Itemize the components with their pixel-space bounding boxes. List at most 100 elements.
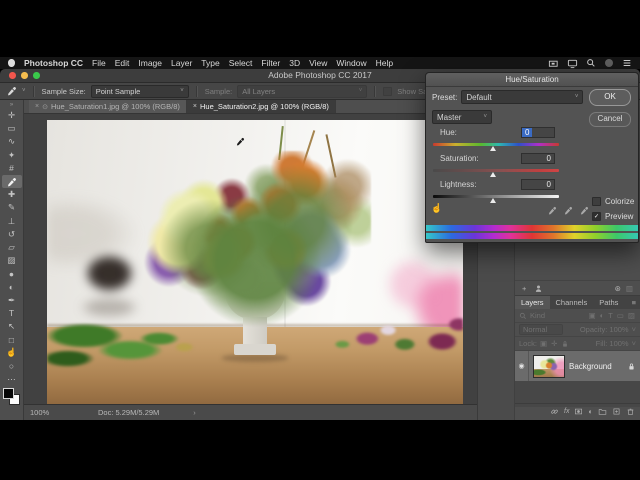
menu-image[interactable]: Image bbox=[138, 58, 162, 68]
menu-photoshop[interactable]: Photoshop CC bbox=[24, 58, 83, 68]
eraser-tool[interactable]: ▱ bbox=[2, 241, 22, 254]
sample-size-select[interactable]: Point Sample ˅ bbox=[91, 85, 189, 98]
display-icon[interactable] bbox=[567, 58, 578, 69]
path-select-tool[interactable]: ↖ bbox=[2, 320, 22, 333]
saturation-slider-thumb[interactable] bbox=[490, 172, 496, 177]
siri-icon[interactable] bbox=[604, 58, 614, 68]
document-tab-2[interactable]: × Hue_Saturation2.jpg @ 100% (RGB/8) bbox=[187, 100, 336, 113]
blend-mode-row: Normal Opacity: 100% ˅ bbox=[515, 323, 640, 337]
sync-status-icon[interactable]: ⊛ bbox=[615, 284, 621, 293]
eyedropper-add-icon[interactable] bbox=[564, 206, 573, 215]
pen-tool[interactable]: ✒ bbox=[2, 294, 22, 307]
hue-value-field[interactable]: 0 bbox=[521, 127, 555, 138]
layer-name[interactable]: Background bbox=[569, 362, 612, 371]
channel-select[interactable]: Master ˅ bbox=[432, 110, 492, 124]
hand-tool[interactable]: ☝ bbox=[2, 346, 22, 359]
tab-channels[interactable]: Channels bbox=[550, 296, 594, 309]
hue-slider-track[interactable] bbox=[433, 143, 559, 146]
saturation-slider-track[interactable] bbox=[433, 169, 559, 172]
photo-document[interactable] bbox=[47, 120, 463, 404]
move-tool[interactable]: ✛ bbox=[2, 109, 22, 122]
tab-paths[interactable]: Paths bbox=[593, 296, 624, 309]
eyedropper-sample-icon[interactable] bbox=[548, 206, 557, 215]
hue-slider-thumb[interactable] bbox=[490, 146, 496, 151]
document-tab-1[interactable]: × ⊙ Hue_Saturation1.jpg @ 100% (RGB/8) bbox=[29, 100, 187, 113]
screen-mirror-icon[interactable] bbox=[548, 58, 559, 69]
dodge-tool[interactable]: ◐ bbox=[2, 280, 22, 293]
menu-view[interactable]: View bbox=[309, 58, 327, 68]
shape-tool[interactable]: □ bbox=[2, 333, 22, 346]
eyedropper-subtract-icon[interactable] bbox=[580, 206, 589, 215]
minimize-window-button[interactable] bbox=[21, 72, 28, 79]
history-brush-tool[interactable]: ↺ bbox=[2, 228, 22, 241]
colorize-checkbox[interactable] bbox=[592, 197, 601, 206]
menu-help[interactable]: Help bbox=[376, 58, 393, 68]
marquee-tool[interactable]: ▭ bbox=[2, 122, 22, 135]
dialog-title[interactable]: Hue/Saturation bbox=[426, 73, 638, 87]
menu-select[interactable]: Select bbox=[229, 58, 253, 68]
crop-tool[interactable]: # bbox=[2, 162, 22, 175]
healing-brush-tool[interactable]: ✚ bbox=[2, 188, 22, 201]
lasso-tool[interactable]: ∿ bbox=[2, 135, 22, 148]
chevron-down-icon: ˅ bbox=[483, 114, 487, 120]
menu-layer[interactable]: Layer bbox=[171, 58, 192, 68]
zoom-level-field[interactable]: 100% bbox=[30, 408, 56, 417]
layer-filter-kind[interactable]: Kind bbox=[530, 311, 545, 320]
more-tools-button[interactable]: ⋯ bbox=[2, 373, 22, 386]
lightness-slider-thumb[interactable] bbox=[490, 198, 496, 203]
quick-selection-tool[interactable]: ✦ bbox=[2, 149, 22, 162]
layer-visibility-toggle[interactable]: ◉ bbox=[515, 351, 529, 381]
blur-tool[interactable]: ● bbox=[2, 267, 22, 280]
sample-select: All Layers ˅ bbox=[237, 85, 367, 98]
new-layer-icon[interactable] bbox=[612, 407, 621, 416]
tab-layers[interactable]: Layers bbox=[515, 296, 550, 309]
layer-lock-icon bbox=[627, 362, 636, 371]
notification-center-icon[interactable] bbox=[622, 58, 632, 68]
add-library-button[interactable]: + bbox=[522, 284, 526, 293]
person-icon[interactable] bbox=[534, 284, 543, 293]
gradient-tool[interactable]: ▨ bbox=[2, 254, 22, 267]
foreground-color-swatch[interactable] bbox=[3, 388, 14, 399]
preset-select[interactable]: Default ˅ bbox=[461, 90, 583, 104]
delete-layer-icon[interactable] bbox=[626, 407, 635, 416]
clone-stamp-tool[interactable]: ⊥ bbox=[2, 215, 22, 228]
ok-button[interactable]: OK bbox=[589, 89, 631, 106]
layer-effects-icon[interactable]: fx bbox=[564, 408, 569, 415]
type-tool[interactable]: T bbox=[2, 307, 22, 320]
zoom-window-button[interactable] bbox=[33, 72, 40, 79]
preview-checkbox[interactable]: ✓ bbox=[592, 212, 601, 221]
layer-row-background[interactable]: ◉ Background bbox=[515, 351, 640, 381]
new-adjustment-layer-icon[interactable]: ◐ bbox=[588, 407, 593, 416]
eyedropper-tool[interactable] bbox=[2, 175, 22, 188]
toolbar-collapse-icon[interactable]: » bbox=[10, 101, 13, 109]
new-group-icon[interactable] bbox=[598, 407, 607, 416]
close-window-button[interactable] bbox=[9, 72, 16, 79]
menu-3d[interactable]: 3D bbox=[289, 58, 300, 68]
add-layer-mask-icon[interactable] bbox=[574, 407, 583, 416]
hue-spectrum-bar-bottom[interactable] bbox=[426, 233, 638, 239]
preview-label: Preview bbox=[605, 212, 633, 221]
on-image-adjustment-tool[interactable]: ☝ bbox=[431, 203, 442, 214]
lightness-slider-track[interactable] bbox=[433, 195, 559, 198]
link-layers-icon[interactable] bbox=[550, 407, 559, 416]
brush-tool[interactable]: ✎ bbox=[2, 201, 22, 214]
menu-window[interactable]: Window bbox=[336, 58, 366, 68]
saturation-value-field[interactable]: 0 bbox=[521, 153, 555, 164]
tool-preset-chevron-icon[interactable]: ˅ bbox=[22, 88, 26, 94]
zoom-tool[interactable]: ○ bbox=[2, 360, 22, 373]
eyedropper-options-icon bbox=[7, 86, 17, 96]
spotlight-search-icon[interactable] bbox=[586, 58, 596, 68]
close-tab-icon[interactable]: × bbox=[193, 103, 197, 110]
panel-menu-icon[interactable]: ≡ bbox=[632, 296, 640, 309]
menu-filter[interactable]: Filter bbox=[261, 58, 280, 68]
layer-thumbnail[interactable] bbox=[533, 355, 565, 378]
close-tab-icon[interactable]: × bbox=[35, 103, 39, 110]
status-chevron-icon[interactable]: › bbox=[193, 408, 196, 417]
menu-edit[interactable]: Edit bbox=[115, 58, 130, 68]
canvas-pasteboard[interactable] bbox=[24, 114, 477, 404]
menu-file[interactable]: File bbox=[92, 58, 106, 68]
lightness-value-field[interactable]: 0 bbox=[521, 179, 555, 190]
menu-type[interactable]: Type bbox=[201, 58, 219, 68]
hue-spectrum-bar-top bbox=[426, 225, 638, 231]
apple-icon[interactable] bbox=[8, 59, 15, 67]
